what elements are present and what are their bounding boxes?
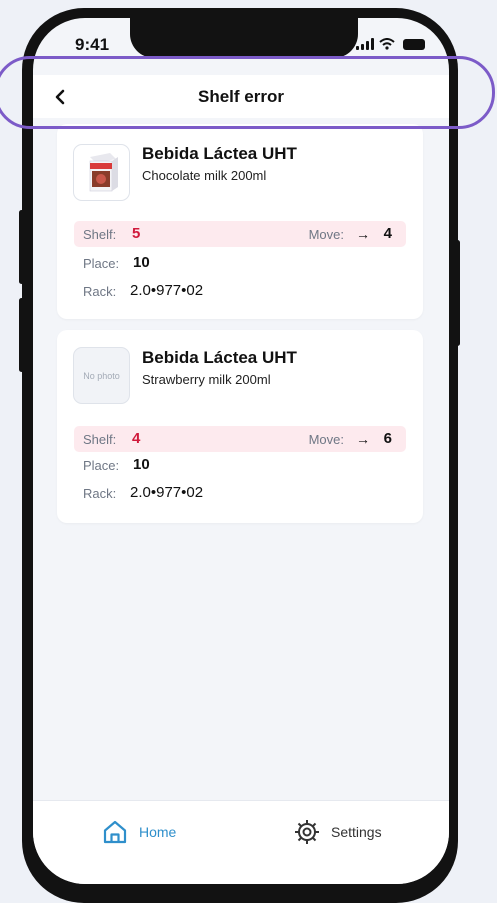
battery-icon (403, 39, 425, 50)
shelf-value: 4 (132, 430, 141, 447)
product-card[interactable]: No photo Bebida Láctea UHT Strawberry mi… (57, 330, 423, 523)
page-title: Shelf error (198, 86, 284, 106)
place-value: 10 (133, 254, 150, 271)
settings-gear-icon (295, 820, 319, 844)
nav-settings-label: Settings (331, 824, 382, 840)
place-label: Place: (83, 256, 120, 271)
product-photo (73, 144, 130, 201)
nav-home-label: Home (139, 824, 177, 840)
milk-carton-image (89, 152, 118, 191)
arrow-right-icon: → (356, 431, 370, 447)
product-card[interactable]: Bebida Láctea UHT Chocolate milk 200ml S… (57, 124, 423, 319)
product-description: Chocolate milk 200ml (142, 168, 267, 183)
status-icons (356, 38, 425, 50)
status-bar: 9:41 (33, 18, 449, 72)
home-icon (103, 820, 127, 844)
app-header: Shelf error (33, 75, 449, 118)
product-photo-placeholder: No photo (73, 347, 130, 404)
move-label: Move: (308, 227, 344, 242)
product-name: Bebida Láctea UHT (142, 144, 297, 163)
rack-label: Rack: (83, 284, 117, 299)
place-label: Place: (83, 458, 120, 473)
move-value: 6 (383, 430, 392, 447)
phone-screen: 9:41 Shelf error Bebida Láctea UHT Choco… (33, 18, 449, 884)
signal-icon (356, 38, 374, 50)
move-value: 4 (383, 225, 392, 242)
shelf-error-row: Shelf: 4 Move: → 6 (74, 426, 406, 452)
product-name: Bebida Láctea UHT (142, 348, 297, 367)
status-time: 9:41 (75, 35, 110, 54)
nav-home[interactable]: Home (101, 818, 176, 846)
rack-label: Rack: (83, 486, 117, 501)
arrow-right-icon: → (356, 226, 370, 242)
shelf-error-row: Shelf: 5 Move: → 4 (74, 221, 406, 247)
back-chevron-icon (55, 89, 65, 105)
shelf-value: 5 (132, 225, 141, 242)
rack-value: 2.0•977•02 (130, 484, 204, 501)
nav-settings[interactable]: Settings (293, 818, 382, 846)
no-photo-text: No photo (83, 370, 120, 381)
shelf-label: Shelf: (83, 227, 117, 242)
wifi-icon (379, 38, 395, 50)
back-button[interactable] (51, 87, 71, 107)
place-value: 10 (133, 456, 150, 473)
product-description: Strawberry milk 200ml (142, 372, 271, 387)
rack-value: 2.0•977•02 (130, 282, 204, 299)
shelf-label: Shelf: (83, 432, 117, 447)
bottom-nav: Home Settings (33, 800, 449, 884)
move-label: Move: (308, 432, 344, 447)
notch (130, 18, 358, 58)
